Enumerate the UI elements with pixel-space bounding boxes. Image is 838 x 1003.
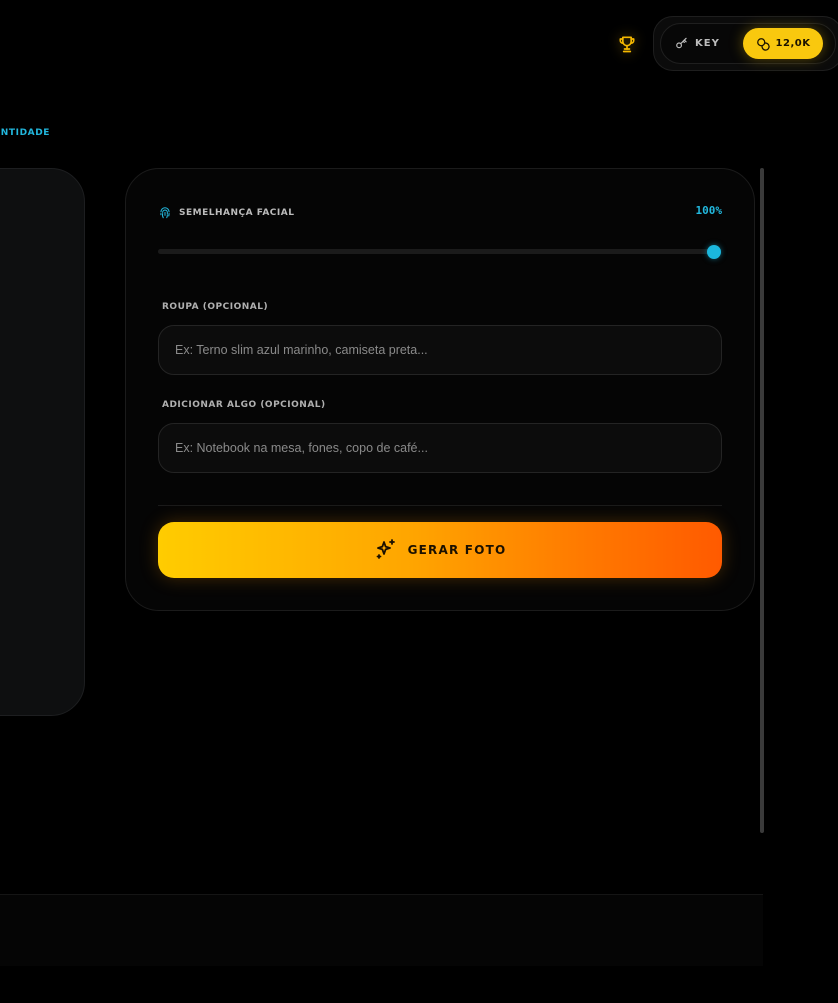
similarity-slider-fill — [158, 249, 714, 254]
similarity-slider[interactable] — [158, 249, 714, 254]
coins-icon — [756, 37, 770, 51]
trophy-button[interactable] — [613, 30, 641, 58]
generate-label: GERAR FOTO — [407, 543, 507, 557]
key-button[interactable]: KEY — [675, 31, 720, 55]
trophy-icon — [619, 36, 635, 53]
extra-input[interactable] — [158, 423, 722, 473]
sparkles-icon — [376, 539, 395, 559]
similarity-header: SEMELHANÇA FACIAL — [158, 206, 294, 220]
scrollbar[interactable] — [760, 168, 764, 833]
similarity-label: SEMELHANÇA FACIAL — [179, 208, 295, 218]
extra-label: ADICIONAR ALGO (OPCIONAL) — [162, 400, 326, 410]
bottom-bar — [0, 894, 763, 966]
key-icon — [676, 37, 687, 49]
clothing-input[interactable] — [158, 325, 722, 375]
page: KEY 12,0K ENTIDADE SEMELHANÇA FACIAL 100… — [0, 0, 838, 1003]
preview-panel — [0, 168, 85, 716]
key-label: KEY — [695, 37, 720, 49]
credits-button[interactable]: 12,0K — [743, 28, 823, 59]
similarity-value: 100% — [695, 204, 723, 217]
generate-photo-button[interactable]: GERAR FOTO — [158, 522, 722, 578]
section-label: ENTIDADE — [0, 128, 51, 138]
fingerprint-icon — [160, 207, 170, 219]
credits-label: 12,0K — [775, 38, 811, 49]
clothing-label: ROUPA (OPCIONAL) — [162, 302, 269, 312]
divider — [158, 505, 722, 506]
similarity-slider-thumb[interactable] — [707, 245, 721, 259]
